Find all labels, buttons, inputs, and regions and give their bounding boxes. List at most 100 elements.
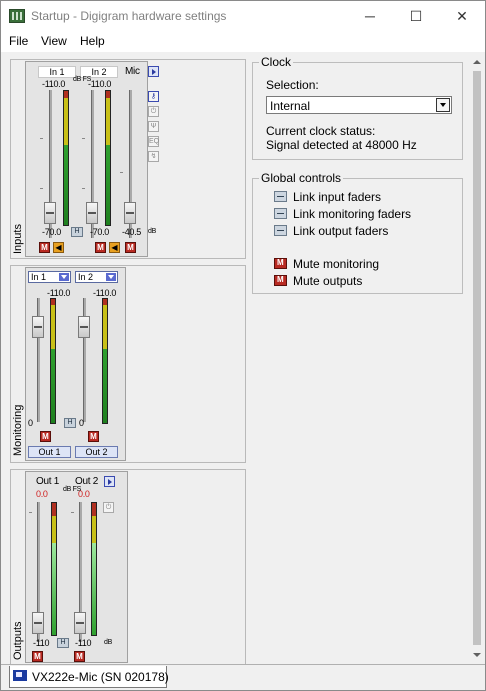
monitor-link-button[interactable]: H — [64, 418, 76, 428]
input-2-meter-green — [106, 144, 110, 225]
mute-monitoring[interactable]: Mute monitoring — [293, 257, 379, 271]
monitor-source-2-select[interactable]: In 2 — [75, 271, 118, 283]
monitor-1-meter-red — [51, 299, 55, 306]
monitor-1-mute-button[interactable]: M — [40, 431, 51, 442]
outputs-strip: Out 1 Out 2 0.0 dB FS 0.0 ⏻ -110 H -110 … — [25, 471, 128, 663]
input-2-meter-yellow — [106, 97, 110, 145]
inputs-expand-button[interactable] — [148, 66, 159, 77]
monitor-1-output-button[interactable]: Out 1 — [28, 446, 71, 458]
scale-tick — [82, 138, 85, 139]
mute-icon[interactable] — [274, 275, 287, 286]
scale-tick — [40, 138, 43, 139]
menu-bar: File View Help — [1, 32, 485, 52]
vertical-scrollbar[interactable] — [469, 54, 485, 663]
input-2-bottom-value: -70.0 — [90, 227, 110, 237]
monitor-2-mute-button[interactable]: M — [88, 431, 99, 442]
monitor-2-top-value: -110.0 — [93, 288, 117, 298]
scale-tick — [29, 512, 32, 513]
menu-file[interactable]: File — [9, 34, 28, 48]
output-1-meter — [51, 502, 57, 636]
output-2-meter — [91, 502, 97, 636]
inputs-label: Inputs — [12, 224, 24, 254]
application-window: Startup - Digigram hardware settings ─ ☐… — [0, 0, 486, 691]
scale-tick — [40, 188, 43, 189]
scroll-down-arrow-icon[interactable] — [469, 647, 485, 663]
chevron-down-icon — [106, 273, 116, 281]
mic-mute-button[interactable]: M — [125, 242, 136, 253]
output-2-top-value: 0.0 — [78, 489, 90, 499]
output-2-meter-red — [92, 503, 96, 517]
monitor-2-meter-green — [103, 348, 107, 423]
input-link-button[interactable]: H — [71, 227, 83, 237]
menu-view[interactable]: View — [41, 34, 67, 48]
input-1-top-value: -110.0 — [42, 79, 66, 89]
device-tab-label: VX222e-Mic (SN 020178) — [32, 670, 169, 684]
scale-tick — [71, 512, 74, 513]
monitor-source-1-value: In 1 — [31, 272, 47, 282]
mute-outputs[interactable]: Mute outputs — [293, 274, 362, 288]
monitor-2-output-button[interactable]: Out 2 — [75, 446, 118, 458]
monitor-2-meter — [102, 298, 108, 424]
output-link-button[interactable]: H — [57, 638, 69, 648]
input-1-mute-button[interactable]: M — [39, 242, 50, 253]
chevron-down-icon[interactable] — [436, 98, 450, 112]
output-1-fader[interactable] — [32, 612, 44, 634]
input-1-listen-button[interactable]: ◀ — [53, 242, 64, 253]
monitor-1-fader[interactable] — [32, 316, 44, 338]
link-output-faders[interactable]: Link output faders — [293, 224, 388, 238]
link-icon[interactable] — [274, 208, 287, 219]
monitor-2-fader[interactable] — [78, 316, 90, 338]
clock-selection-combo[interactable]: Internal — [266, 96, 452, 114]
link-icon[interactable] — [274, 225, 287, 236]
output-1-meter-yellow — [52, 516, 56, 543]
outputs-panel: Outputs Out 1 Out 2 0.0 dB FS 0.0 ⏻ -110… — [10, 469, 246, 665]
link-input-faders[interactable]: Link input faders — [293, 190, 381, 204]
window-title: Startup - Digigram hardware settings — [31, 9, 227, 23]
monitor-source-1-select[interactable]: In 1 — [28, 271, 71, 283]
chevron-down-icon — [59, 273, 69, 281]
scroll-up-arrow-icon[interactable] — [469, 54, 485, 70]
input-2-mute-button[interactable]: M — [95, 242, 106, 253]
input-2-meter — [105, 90, 111, 226]
monitor-2-meter-red — [103, 299, 107, 306]
input-db-unit: dB — [148, 228, 156, 235]
global-controls-group: Global controls Link input faders Link m… — [252, 171, 463, 294]
compressor-icon[interactable]: ↯ — [148, 151, 159, 162]
device-icon — [13, 670, 27, 681]
output-1-top-value: 0.0 — [36, 489, 48, 499]
close-button[interactable]: ✕ — [439, 1, 485, 32]
device-tab[interactable]: VX222e-Mic (SN 020178) — [9, 666, 169, 688]
monitoring-strip: In 1 In 2 -110.0 -110.0 0 H 0 M M Out 1 … — [25, 267, 126, 461]
scrollbar-thumb[interactable] — [473, 71, 481, 645]
link-icon[interactable] — [274, 191, 287, 202]
output-2-meter-green — [92, 542, 96, 635]
minimize-button[interactable]: ─ — [347, 1, 393, 32]
mic-fader[interactable] — [124, 202, 136, 224]
link-monitoring-faders[interactable]: Link monitoring faders — [293, 207, 411, 221]
output-1-mute-button[interactable]: M — [32, 651, 43, 662]
phantom-icon[interactable]: Ψ — [148, 121, 159, 132]
clock-group: Clock Selection: Internal Current clock … — [252, 55, 463, 160]
output-2-mute-button[interactable]: M — [74, 651, 85, 662]
power-icon[interactable]: ⏻ — [148, 106, 159, 117]
input-1-fader[interactable] — [44, 202, 56, 224]
maximize-button[interactable]: ☐ — [393, 1, 439, 32]
client-area: Inputs In 1 In 2 Mic -110.0 dB FS -110.0 — [3, 54, 469, 665]
menu-help[interactable]: Help — [80, 34, 105, 48]
mute-icon[interactable] — [274, 258, 287, 269]
output-2-fader[interactable] — [74, 612, 86, 634]
outputs-expand-button[interactable] — [104, 476, 115, 487]
eq-icon[interactable]: EQ — [148, 136, 159, 147]
input-2-listen-button[interactable]: ◀ — [109, 242, 120, 253]
input-2-fader[interactable] — [86, 202, 98, 224]
scale-tick — [82, 188, 85, 189]
monitor-1-meter-yellow — [51, 305, 55, 349]
clock-status-label: Current clock status: — [266, 124, 376, 138]
inputs-panel: Inputs In 1 In 2 Mic -110.0 dB FS -110.0 — [10, 59, 246, 259]
power-icon[interactable]: ⏻ — [103, 502, 114, 513]
clock-selection-label: Selection: — [266, 78, 319, 92]
clock-selection-value: Internal — [270, 99, 311, 113]
input-1-meter-yellow — [64, 97, 68, 145]
input-monitor-icon[interactable]: ⚷ — [148, 91, 159, 102]
inputs-strip: In 1 In 2 Mic -110.0 dB FS -110.0 ⚷ ⏻ Ψ … — [25, 61, 159, 257]
